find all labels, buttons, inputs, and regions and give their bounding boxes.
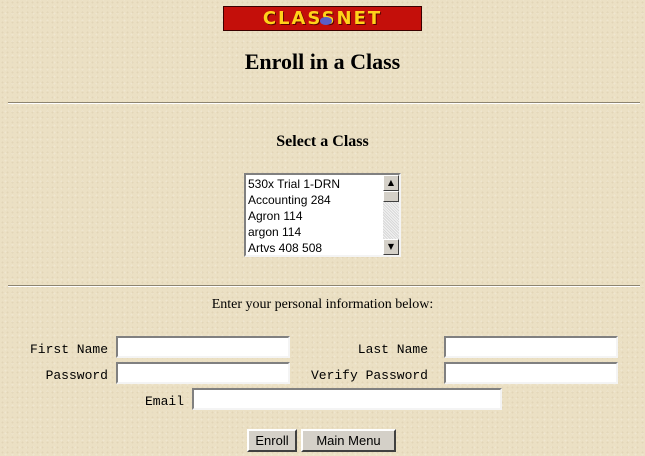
- class-option[interactable]: 530x Trial 1-DRN: [248, 176, 383, 192]
- scroll-up-arrow-icon[interactable]: ▲: [383, 175, 399, 191]
- page-title: Enroll in a Class: [244, 49, 401, 74]
- class-options: 530x Trial 1-DRN Accounting 284 Agron 11…: [248, 176, 383, 255]
- select-class-heading: Select a Class: [276, 133, 369, 150]
- last-name-label: Last Name: [357, 342, 428, 357]
- first-name-label: First Name: [29, 342, 108, 357]
- class-option[interactable]: Accounting 284: [248, 192, 383, 208]
- class-option[interactable]: Artvs 408 508: [248, 240, 383, 255]
- password-label: Password: [45, 368, 108, 383]
- personal-info-instruction: Enter your personal information below:: [211, 297, 434, 312]
- classnet-logo: CLASSNET: [223, 6, 422, 31]
- class-option[interactable]: Agron 114: [248, 208, 383, 224]
- email-field[interactable]: [192, 388, 502, 410]
- verify-password-field[interactable]: [444, 362, 618, 384]
- email-label: Email: [144, 394, 184, 409]
- scrollbar-thumb[interactable]: [383, 191, 399, 202]
- last-name-field[interactable]: [444, 336, 618, 358]
- enroll-button[interactable]: Enroll: [247, 429, 297, 452]
- password-field[interactable]: [116, 362, 290, 384]
- main-menu-button[interactable]: Main Menu: [301, 429, 396, 452]
- divider-top: [8, 102, 640, 104]
- divider-bottom: [8, 285, 640, 287]
- scroll-down-arrow-icon[interactable]: ▼: [383, 239, 399, 255]
- class-option[interactable]: argon 114: [248, 224, 383, 240]
- logo-mouse-icon: [320, 17, 332, 25]
- class-listbox[interactable]: 530x Trial 1-DRN Accounting 284 Agron 11…: [244, 173, 401, 257]
- verify-password-label: Verify Password: [310, 368, 428, 383]
- class-list-scrollbar[interactable]: ▲ ▼: [383, 175, 399, 255]
- first-name-field[interactable]: [116, 336, 290, 358]
